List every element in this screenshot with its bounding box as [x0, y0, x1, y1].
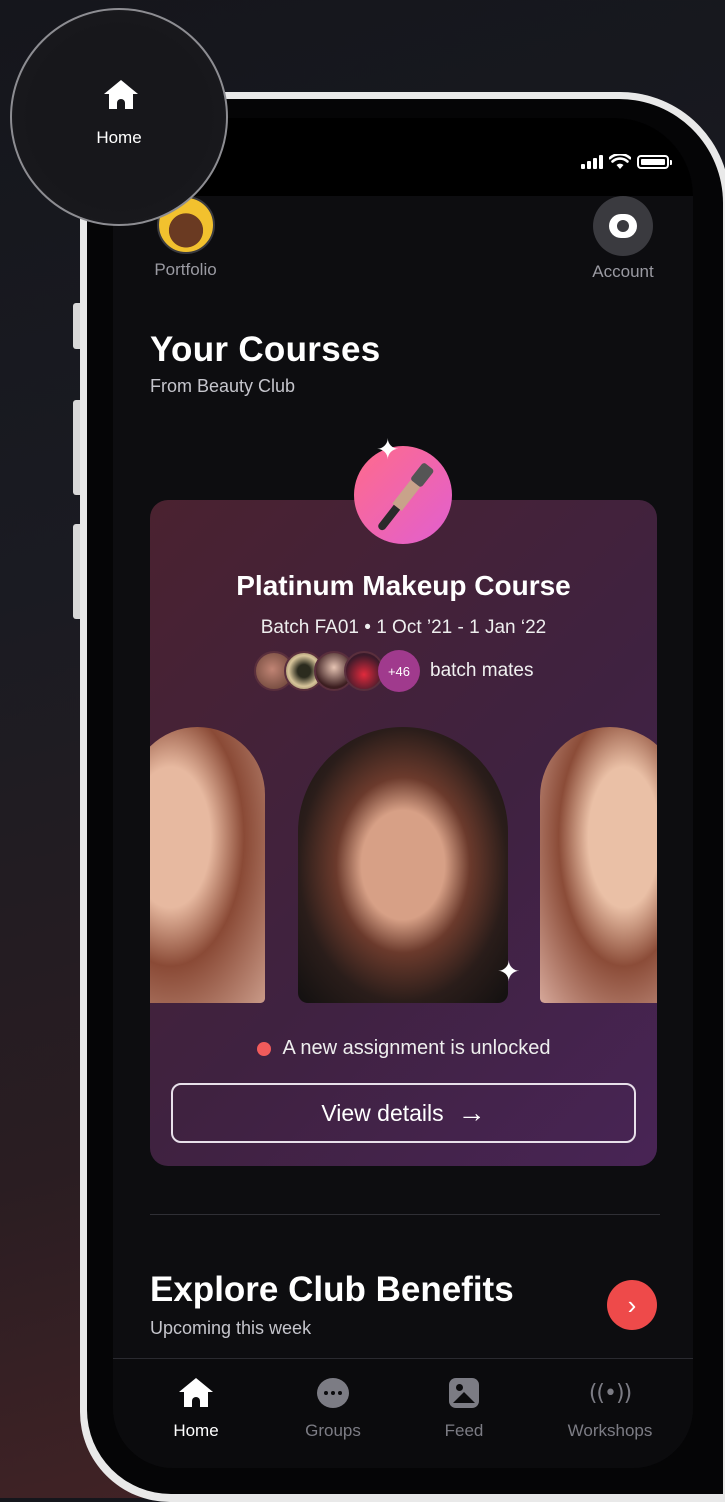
broadcast-icon: ((•))	[588, 1380, 632, 1406]
tab-feed[interactable]: Feed	[409, 1359, 519, 1441]
divider	[150, 1214, 660, 1215]
account-button[interactable]: Account	[583, 196, 663, 282]
chevron-right-icon: ›	[627, 1289, 637, 1320]
app-screen: Portfolio Account Your Courses From Beau…	[113, 118, 693, 1468]
top-nav: Portfolio Account	[113, 196, 693, 286]
tab-groups-label: Groups	[305, 1421, 361, 1440]
bottom-tab-bar: Home Groups Feed ((•)) Workshops	[113, 1358, 693, 1468]
course-photo-center[interactable]	[298, 727, 508, 1003]
tab-home[interactable]: Home	[141, 1359, 251, 1441]
home-icon	[104, 80, 138, 110]
wifi-icon	[609, 154, 631, 169]
course-batch: Batch FA01 • 1 Oct ’21 - 1 Jan ‘22	[260, 617, 547, 638]
sparkle-icon: ✦	[376, 434, 400, 465]
image-icon	[449, 1378, 479, 1408]
battery-icon	[637, 155, 672, 169]
arrow-right-icon: →	[457, 1097, 486, 1128]
explore-benefits-button[interactable]: ›	[607, 1280, 657, 1330]
sparkle-icon: ✦	[497, 956, 521, 987]
home-icon	[179, 1378, 213, 1408]
status-dot-icon	[256, 1041, 271, 1056]
portfolio-label: Portfolio	[154, 260, 217, 279]
course-title: Platinum Makeup Course	[236, 570, 571, 601]
tab-home-label: Home	[173, 1421, 219, 1440]
benefits-title: Explore Club Benefits	[150, 1270, 514, 1309]
course-photo-left[interactable]	[150, 727, 265, 1003]
view-details-button[interactable]: View details →	[171, 1083, 636, 1143]
assignment-text: A new assignment is unlocked	[282, 1037, 551, 1059]
signal-icon	[581, 155, 603, 169]
mates-label: batch mates	[430, 660, 534, 681]
batch-mates[interactable]: +46 batch mates	[254, 650, 534, 692]
benefits-subtitle: Upcoming this week	[150, 1318, 312, 1338]
magnifier-label: Home	[96, 128, 142, 147]
chat-bubble-icon	[317, 1378, 349, 1408]
tab-feed-label: Feed	[444, 1421, 484, 1440]
mates-count-badge: +46	[378, 650, 420, 692]
tab-groups[interactable]: Groups	[278, 1359, 388, 1441]
course-photo-right[interactable]	[540, 727, 657, 1003]
makeup-brush-icon	[354, 446, 452, 544]
courses-subtitle: From Beauty Club	[150, 376, 296, 396]
courses-title: Your Courses	[150, 330, 381, 369]
view-details-label: View details	[321, 1099, 444, 1126]
course-card[interactable]: Platinum Makeup Course Batch FA01 • 1 Oc…	[150, 500, 657, 1166]
account-label: Account	[592, 262, 654, 281]
tab-workshops[interactable]: ((•)) Workshops	[555, 1359, 665, 1441]
tab-workshops-label: Workshops	[567, 1421, 653, 1440]
assignment-notice: A new assignment is unlocked	[150, 1037, 657, 1060]
magnifier-callout: Home	[10, 8, 228, 226]
account-icon	[593, 196, 653, 256]
